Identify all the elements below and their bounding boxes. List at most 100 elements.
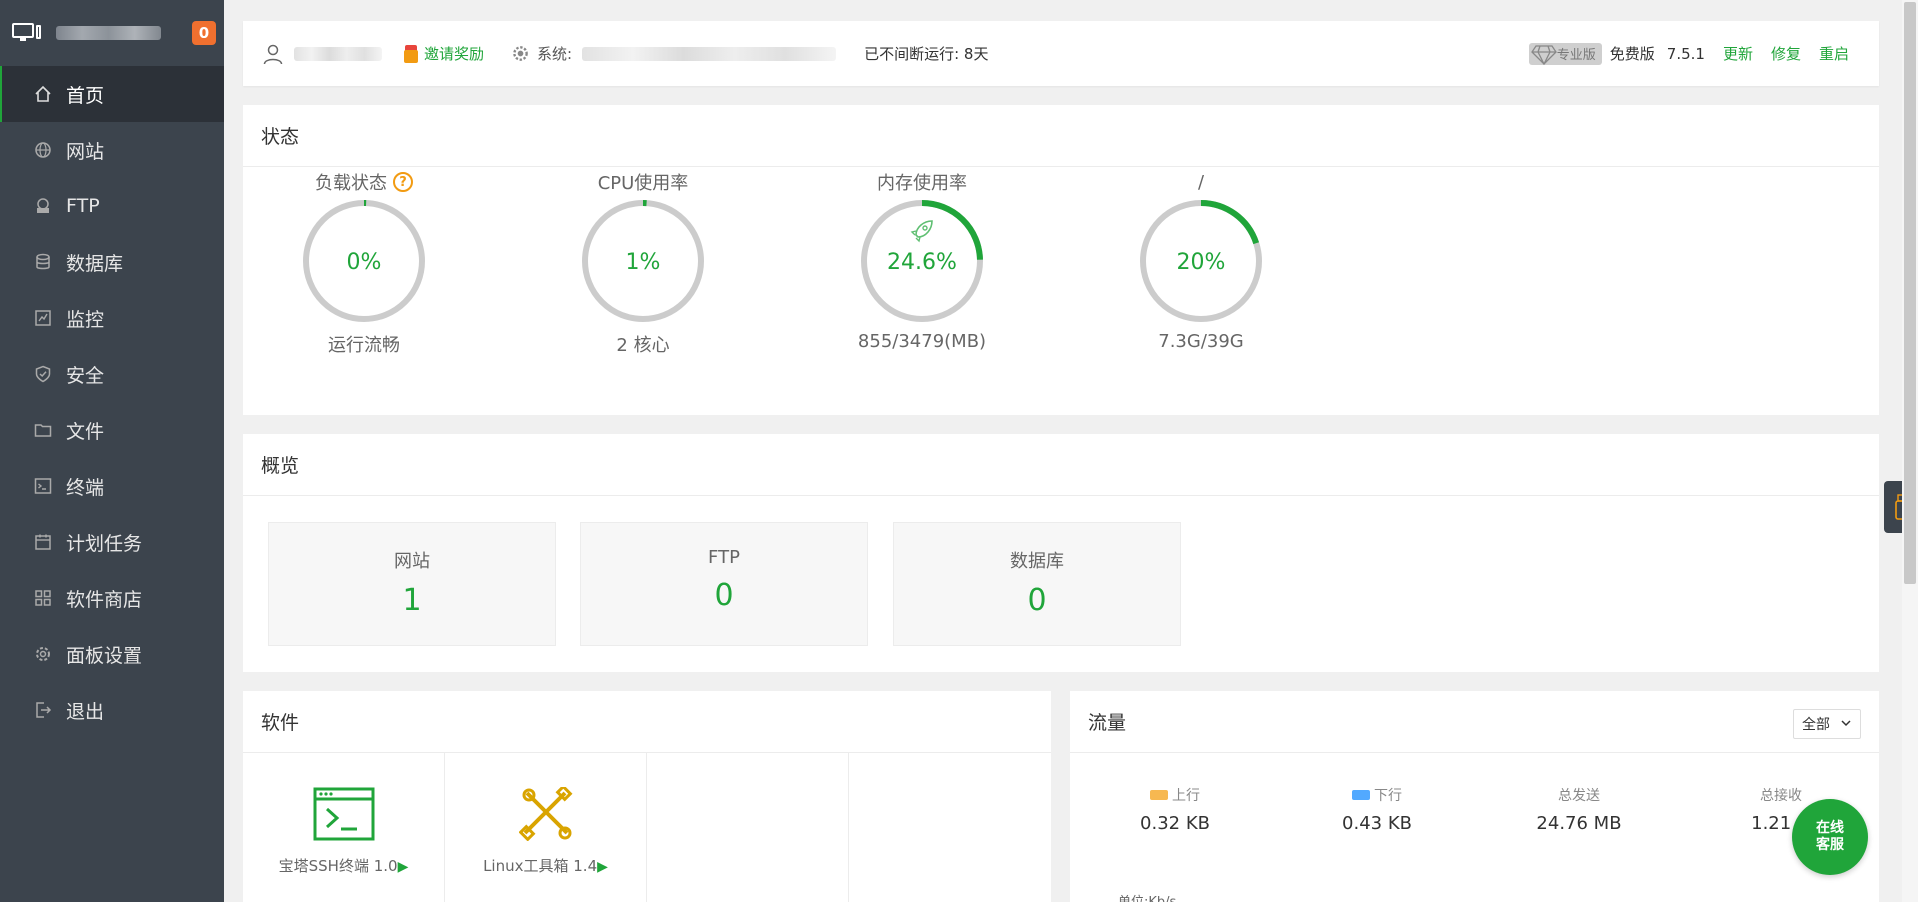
home-icon [34,85,52,103]
sidebar-item-cron[interactable]: 计划任务 [0,514,224,570]
status-panel: 状态 负载状态? 0% 运行流畅 CPU使用率 1% 2 核心 内存使用率 24… [243,105,1879,415]
sidebar: 0 首页 网站 FTP 数据库 监控 安全 文件 终端 计划任务 软件商店 面板… [0,0,224,902]
overview-card-label: FTP [708,547,740,568]
sidebar-item-logout[interactable]: 退出 [0,682,224,738]
monitor-chart-icon [34,309,52,327]
overview-card-website[interactable]: 网站 1 [268,522,556,646]
disk-gauge[interactable]: / 20% 7.3G/39G [1121,167,1281,352]
folder-icon [34,421,52,439]
overview-card-label: 数据库 [1010,551,1064,572]
sidebar-header: 0 [0,0,224,66]
toolbox-icon [518,784,572,842]
support-label-line2: 客服 [1816,837,1844,853]
system-label: 系统: [537,45,573,63]
sidebar-item-label: 退出 [66,700,105,723]
username-redacted [294,46,382,61]
software-item-name: Linux工具箱 1.4 [483,857,598,875]
ftp-icon [34,197,52,215]
sidebar-item-files[interactable]: 文件 [0,402,224,458]
gauge-ring: 20% [1140,200,1262,322]
sidebar-item-label: 面板设置 [66,644,143,667]
software-item-empty [849,753,1051,902]
sidebar-item-monitor[interactable]: 监控 [0,290,224,346]
overview-card-count: 0 [1027,583,1047,618]
user-icon [263,44,283,64]
online-support-button[interactable]: 在线 客服 [1792,799,1868,875]
traffic-stat-label: 下行 [1374,788,1402,804]
system-info: 系统: [512,43,837,64]
gauge-title: CPU使用率 [597,173,689,194]
play-icon[interactable]: ▶ [398,859,409,875]
rocket-icon [910,220,933,243]
gauge-ring: 24.6% [861,200,983,322]
support-label-line1: 在线 [1816,820,1844,836]
sidebar-item-label: 文件 [66,420,105,443]
sidebar-item-ftp[interactable]: FTP [0,178,224,234]
cpu-gauge[interactable]: CPU使用率 1% 2 核心 [563,167,723,357]
edition-label: 免费版 [1609,45,1655,63]
shield-icon [34,365,52,383]
traffic-interface-select[interactable]: 全部 [1793,709,1861,739]
traffic-stat-download: 下行 0.43 KB [1297,785,1457,834]
invite-reward-label: 邀请奖励 [424,45,485,63]
page-scrollbar[interactable] [1902,0,1918,902]
traffic-title: 流量 [1070,691,1879,753]
gauge-subtitle: 2 核心 [616,335,670,356]
traffic-stat-label: 总接收 [1760,788,1802,804]
sidebar-item-label: 网站 [66,140,105,163]
overview-card-ftp[interactable]: FTP 0 [580,522,868,646]
notification-badge[interactable]: 0 [192,21,216,45]
software-item-ssh-terminal[interactable]: 宝塔SSH终端 1.0▶ [243,753,445,902]
software-title: 软件 [243,691,1051,753]
gauge-value: 24.6% [887,250,957,275]
uptime-text: 已不间断运行: 8天 [864,45,989,63]
pro-edition-badge[interactable]: 专业版 [1528,42,1602,65]
sidebar-item-label: 计划任务 [66,532,143,555]
gift-icon [404,44,418,63]
gauge-title: 负载状态 [315,173,387,194]
load-gauge[interactable]: 负载状态? 0% 运行流畅 [284,167,444,357]
version-number: 7.5.1 [1666,44,1705,63]
overview-card-database[interactable]: 数据库 0 [893,522,1181,646]
ssh-terminal-icon [313,787,374,841]
software-panel: 软件 宝塔SSH终端 1.0▶ Linux工具箱 1.4▶ [243,691,1051,902]
system-gear-icon [513,46,528,61]
traffic-stat-label: 上行 [1172,788,1200,804]
sidebar-item-security[interactable]: 安全 [0,346,224,402]
overview-card-count: 0 [714,578,734,613]
scrollbar-thumb[interactable] [1904,2,1916,584]
help-icon[interactable]: ? [393,172,413,192]
sidebar-item-website[interactable]: 网站 [0,122,224,178]
traffic-stat-value: 0.43 KB [1342,813,1412,834]
gauge-value: 20% [1177,250,1226,275]
sidebar-item-label: FTP [66,195,100,217]
software-grid: 宝塔SSH终端 1.0▶ Linux工具箱 1.4▶ [243,753,1051,902]
top-info-bar: 邀请奖励 系统: 已不间断运行: 8天 专业版 免费版 7.5.1 更新 修复 … [243,21,1879,86]
memory-gauge[interactable]: 内存使用率 24.6% 855/3479(MB) [842,167,1002,352]
update-link[interactable]: 更新 [1723,43,1753,64]
traffic-stat-value: 0.32 KB [1140,813,1210,834]
sidebar-item-database[interactable]: 数据库 [0,234,224,290]
database-icon [34,253,52,271]
restart-link[interactable]: 重启 [1819,43,1849,64]
sidebar-item-app-store[interactable]: 软件商店 [0,570,224,626]
globe-icon [34,141,52,159]
sidebar-item-label: 数据库 [66,252,124,275]
software-item-name: 宝塔SSH终端 1.0 [278,857,398,875]
download-swatch [1352,790,1370,800]
sidebar-item-panel-settings[interactable]: 面板设置 [0,626,224,682]
gauge-title: 内存使用率 [877,173,967,194]
select-value: 全部 [1802,717,1830,733]
traffic-panel: 流量 全部 上行 0.32 KB 下行 0.43 KB 总发送 24.76 MB… [1070,691,1879,902]
repair-link[interactable]: 修复 [1771,43,1801,64]
sidebar-item-home[interactable]: 首页 [0,66,224,122]
gauge-subtitle: 运行流畅 [328,335,400,356]
play-icon[interactable]: ▶ [597,859,608,875]
sidebar-item-terminal[interactable]: 终端 [0,458,224,514]
traffic-stat-upload: 上行 0.32 KB [1095,785,1255,834]
overview-card-count: 1 [402,583,422,618]
invite-reward-link[interactable]: 邀请奖励 [404,43,484,64]
calendar-icon [34,533,52,551]
software-item-linux-toolbox[interactable]: Linux工具箱 1.4▶ [445,753,647,902]
gauge-ring: 1% [582,200,704,322]
